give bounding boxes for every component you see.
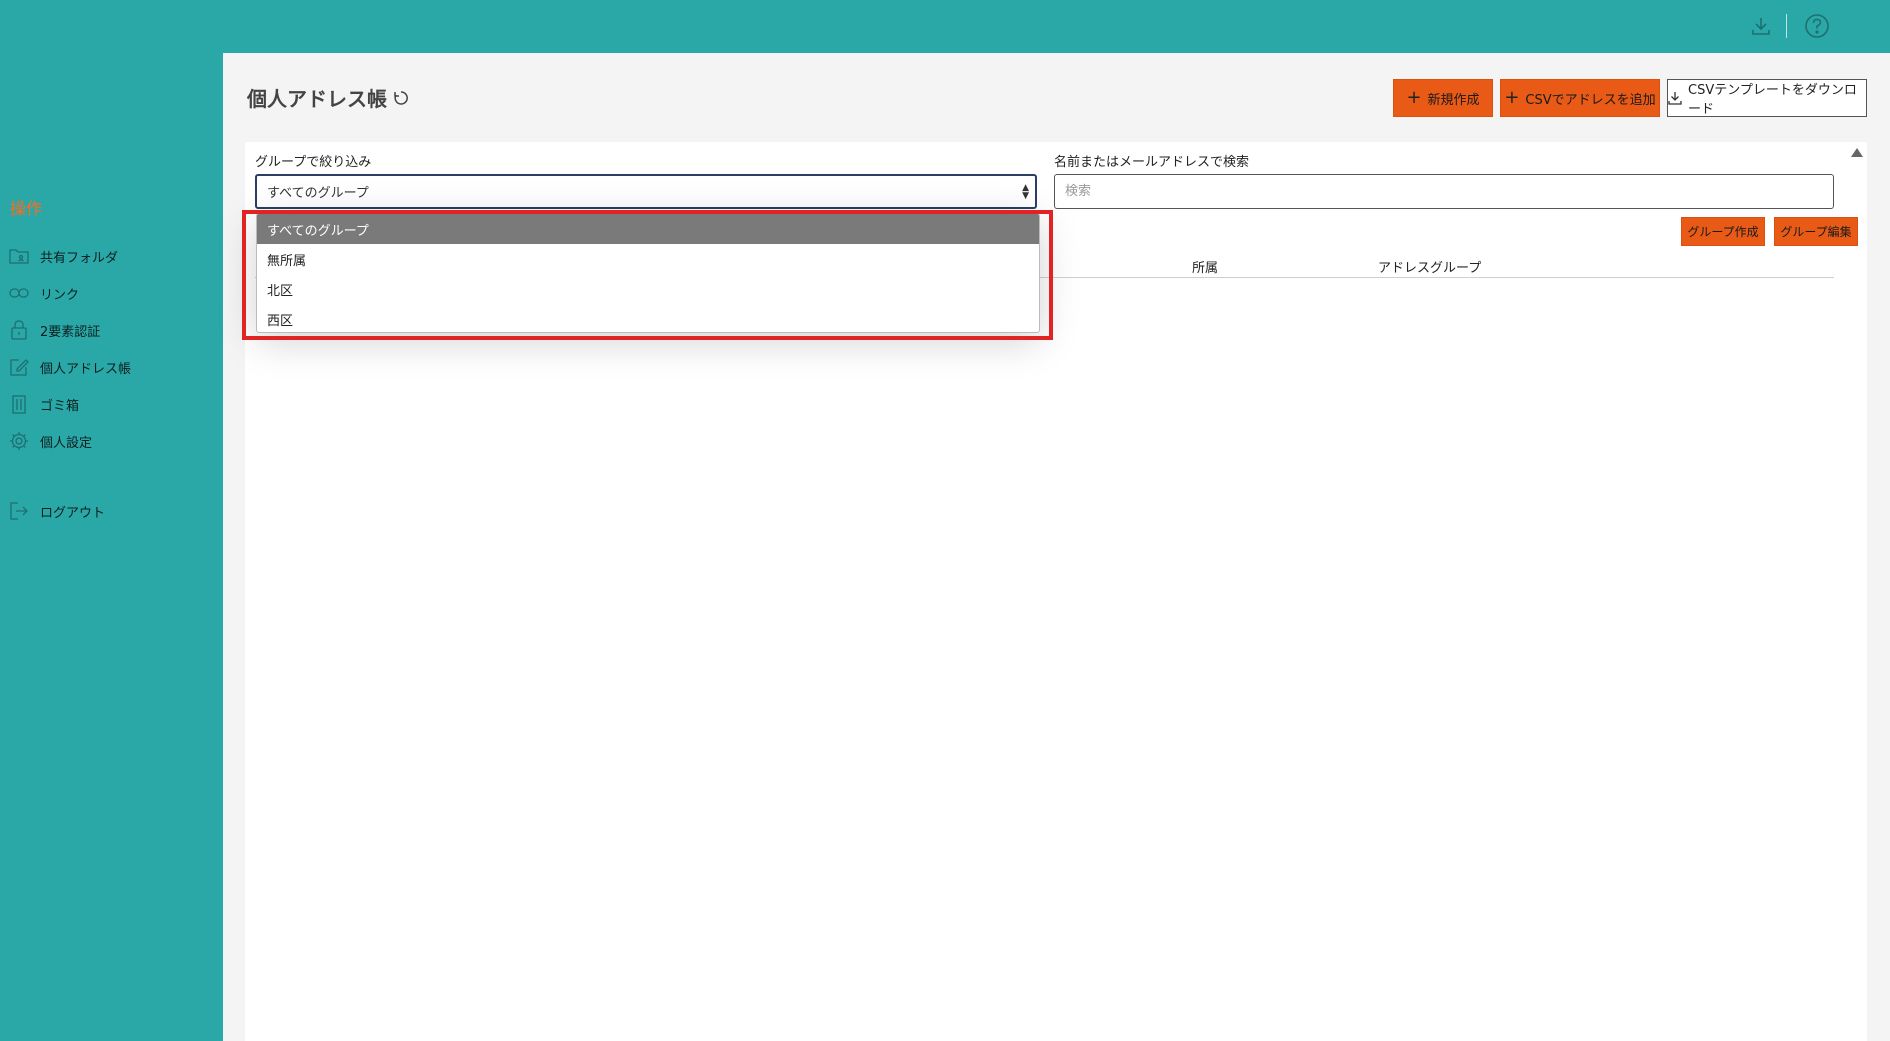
group-create-label: グループ作成	[1687, 225, 1759, 239]
new-button[interactable]: + 新規作成	[1393, 79, 1493, 117]
group-filter-value: すべてのグループ	[267, 186, 369, 201]
group-edit-button[interactable]: グループ編集	[1774, 217, 1858, 246]
download-icon[interactable]	[1747, 12, 1775, 40]
sidebar-item-label: 2要素認証	[40, 324, 101, 340]
new-button-label: 新規作成	[1427, 92, 1480, 108]
group-filter-dropdown: すべてのグループ 無所属 北区 西区	[256, 213, 1040, 333]
scroll-up-icon[interactable]	[1851, 148, 1863, 157]
sidebar-item-address-book[interactable]: 個人アドレス帳	[8, 352, 131, 382]
logout-icon	[8, 500, 30, 522]
trash-icon	[8, 393, 30, 415]
group-filter-label: グループで絞り込み	[255, 155, 372, 170]
sidebar-item-label: 個人アドレス帳	[40, 361, 132, 377]
sidebar-item-label: 共有フォルダ	[40, 250, 119, 266]
dropdown-option-all-groups[interactable]: すべてのグループ	[257, 214, 1039, 244]
refresh-icon[interactable]	[392, 89, 410, 107]
sidebar-item-shared-folder[interactable]: 共有フォルダ	[8, 241, 118, 271]
sidebar-section-title: 操作	[10, 199, 43, 218]
csv-add-button-label: CSVでアドレスを追加	[1525, 92, 1656, 108]
lock-icon	[8, 319, 30, 341]
sidebar-item-logout[interactable]: ログアウト	[8, 496, 105, 526]
page-title-text: 個人アドレス帳	[247, 87, 387, 111]
address-book-edit-icon	[8, 356, 30, 378]
download-icon	[1668, 91, 1682, 105]
search-label: 名前またはメールアドレスで検索	[1054, 155, 1250, 170]
link-icon	[8, 282, 30, 304]
sidebar-item-label: 個人設定	[40, 435, 93, 451]
plus-icon: +	[1504, 87, 1520, 108]
dropdown-option-kita-ku[interactable]: 北区	[257, 274, 1039, 304]
plus-icon: +	[1406, 87, 1422, 108]
main-content: 個人アドレス帳 + 新規作成 + CSVでアドレスを追加 CSVテンプレートをダ…	[223, 53, 1890, 1041]
sidebar: 操作 共有フォルダ リンク 2要素認証 個人アドレス帳 ゴミ箱 個人設定 ログア…	[0, 53, 223, 1041]
table-header-affiliation: 所属	[1192, 261, 1219, 276]
sidebar-item-label: ログアウト	[40, 505, 106, 521]
page-title: 個人アドレス帳	[247, 83, 410, 112]
sidebar-item-label: ゴミ箱	[40, 398, 80, 414]
dropdown-option-nishi-ku[interactable]: 西区	[257, 304, 1039, 332]
sidebar-item-link[interactable]: リンク	[8, 278, 79, 308]
sidebar-item-label: リンク	[40, 287, 80, 303]
dropdown-option-unaffiliated[interactable]: 無所属	[257, 244, 1039, 274]
csv-template-button-label: CSVテンプレートをダウンロード	[1688, 83, 1857, 117]
sidebar-item-settings[interactable]: 個人設定	[8, 426, 92, 456]
group-edit-label: グループ編集	[1780, 225, 1852, 239]
group-filter-select[interactable]: すべてのグループ ▲ ▼	[255, 174, 1037, 209]
help-icon[interactable]	[1803, 12, 1831, 40]
table-header-address-group: アドレスグループ	[1378, 261, 1482, 276]
topbar-divider	[1786, 14, 1787, 38]
sidebar-item-2fa[interactable]: 2要素認証	[8, 315, 100, 345]
gear-icon	[8, 430, 30, 452]
search-input[interactable]	[1054, 174, 1834, 209]
sidebar-item-trash[interactable]: ゴミ箱	[8, 389, 79, 419]
shared-folder-icon	[8, 245, 30, 267]
top-bar	[0, 0, 1890, 53]
group-create-button[interactable]: グループ作成	[1681, 217, 1765, 246]
csv-template-download-button[interactable]: CSVテンプレートをダウンロード	[1667, 79, 1867, 117]
select-arrows-icon: ▲ ▼	[1022, 183, 1029, 201]
csv-add-button[interactable]: + CSVでアドレスを追加	[1500, 79, 1660, 117]
